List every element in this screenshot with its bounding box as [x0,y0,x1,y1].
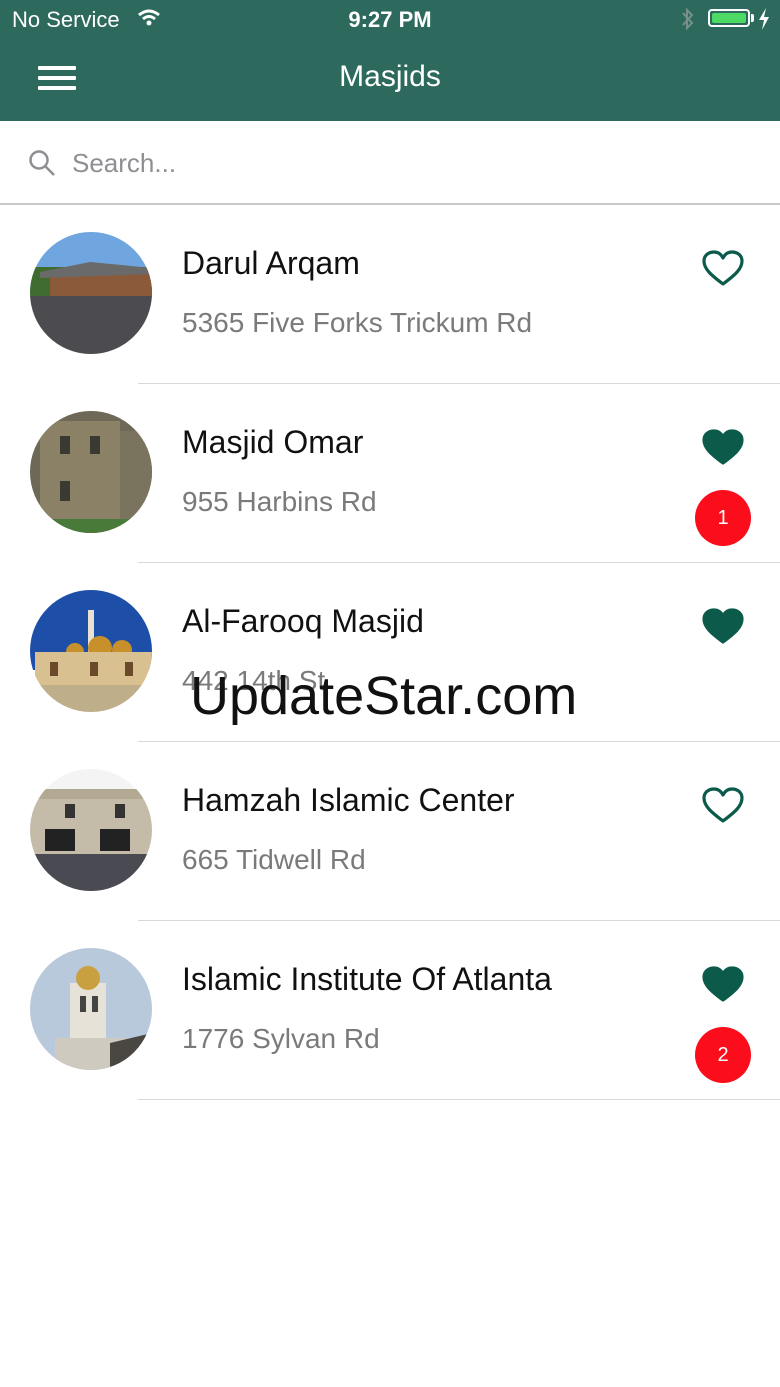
watermark-text: UpdateStar.com [190,666,578,726]
search-icon [28,149,56,182]
masjid-address: 665 Tidwell Rd [182,844,366,875]
notification-badge: 1 [695,490,751,546]
masjid-address: 1776 Sylvan Rd [182,1023,380,1054]
masjid-row[interactable]: Masjid Omar 955 Harbins Rd 1 [0,384,780,563]
heart-icon[interactable] [702,608,744,651]
masjid-name: Masjid Omar [182,424,364,460]
masjid-row[interactable]: Islamic Institute Of Atlanta 1776 Sylvan… [0,921,780,1100]
masjid-name: Al-Farooq Masjid [182,603,424,639]
bluetooth-icon [680,6,696,38]
masjid-row[interactable]: Darul Arqam 5365 Five Forks Trickum Rd [0,205,780,384]
status-time: 9:27 PM [348,7,432,32]
heart-icon[interactable] [702,250,744,293]
masjid-photo [30,411,152,533]
heart-icon[interactable] [702,787,744,830]
masjid-row[interactable]: Hamzah Islamic Center 665 Tidwell Rd [0,742,780,921]
page-title: Masjids [339,60,441,93]
masjid-photo [30,590,152,712]
masjid-address: 955 Harbins Rd [182,486,377,517]
heart-icon[interactable] [702,429,744,472]
masjid-name: Islamic Institute Of Atlanta [182,961,552,997]
masjid-photo [30,948,152,1070]
masjid-address: 5365 Five Forks Trickum Rd [182,307,533,338]
charging-bolt-icon [757,6,771,38]
masjid-photo [30,769,152,891]
search-input[interactable] [70,139,734,187]
notification-badge: 2 [695,1027,751,1083]
battery-tip-icon [751,14,754,22]
masjid-list: Darul Arqam 5365 Five Forks Trickum Rd M… [0,205,780,1100]
masjid-name: Hamzah Islamic Center [182,782,515,818]
status-bar: No Service 9:27 PM [0,0,780,40]
masjid-name: Darul Arqam [182,245,360,281]
row-divider [138,1099,780,1100]
masjid-photo [30,232,152,354]
battery-icon [708,9,750,27]
heart-icon[interactable] [702,966,744,1009]
search-bar [0,121,780,205]
app-header: No Service 9:27 PM Masjids [0,0,780,121]
